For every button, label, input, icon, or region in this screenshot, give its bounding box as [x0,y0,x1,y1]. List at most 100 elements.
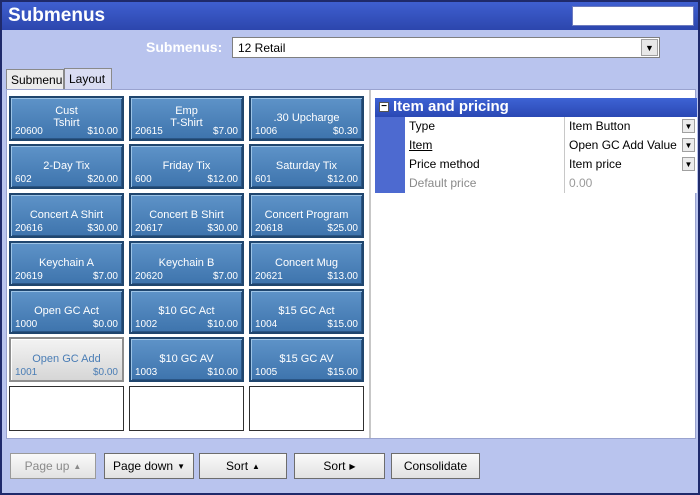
menu-button-price: $20.00 [87,174,118,185]
menu-button-label: Open GC Act [34,305,99,317]
chevron-down-icon[interactable]: ▼ [641,39,658,56]
menu-button-label: Concert Mug [275,257,338,269]
menu-button-price: $15.00 [327,367,358,378]
menu-button-price: $10.00 [87,126,118,137]
menu-button[interactable]: Concert Mug 20621 $13.00 [249,241,364,286]
menu-button-number: 20616 [15,223,43,234]
sort-right-button[interactable]: Sort ▶ [294,453,385,479]
window-title: Submenus [8,5,106,26]
menu-button[interactable]: Emp T-Shirt 20615 $7.00 [129,96,244,141]
submenu-select[interactable]: 12 Retail ▼ [232,37,660,58]
property-value[interactable]: Open GC Add Value ▼ [565,136,697,155]
collapse-icon[interactable]: − [379,102,389,112]
menu-button[interactable]: .30 Upcharge 1006 $0.30 [249,96,364,141]
tab-submenu-label: Submenu [11,73,63,87]
property-gutter [375,174,405,193]
property-row: Default price 0.00 [375,174,697,193]
sort-right-label: Sort [323,459,346,473]
menu-button[interactable]: Concert Program 20618 $25.00 [249,193,364,238]
menu-button[interactable]: $10 GC AV 1003 $10.00 [129,337,244,382]
property-row[interactable]: Item Open GC Add Value ▼ [375,136,697,155]
menu-button-number: 1003 [135,367,158,378]
chevron-down-icon[interactable]: ▼ [682,157,695,171]
menu-button-label: Saturday Tix [275,160,338,172]
button-grid: Cust Tshirt 20600 $10.00 Emp T-Shirt 20615 $7… [7,90,371,438]
menu-button-label: $10 GC AV [159,353,214,365]
menu-button-price: $7.00 [92,271,118,282]
menu-button-number: 1002 [135,319,158,330]
menu-button[interactable]: 2-Day Tix 602 $20.00 [9,144,124,189]
chevron-down-icon[interactable]: ▼ [682,119,695,133]
page-down-button[interactable]: Page down ▼ [104,453,194,479]
menu-button-label: Concert Program [264,209,349,221]
menu-button[interactable]: $15 GC Act 1004 $15.00 [249,289,364,334]
menu-button-label: Concert B Shirt [149,209,224,221]
property-row[interactable]: Price method Item price ▼ [375,155,697,174]
menu-button[interactable]: Friday Tix 600 $12.00 [129,144,244,189]
property-value[interactable]: Item Button ▼ [565,117,697,136]
menu-button-number: 20600 [15,126,43,137]
property-value[interactable]: Item price ▼ [565,155,697,174]
tab-layout-label: Layout [69,72,106,86]
menu-button[interactable]: $10 GC Act 1002 $10.00 [129,289,244,334]
menu-button-number: 600 [135,174,152,185]
menu-button-price: $13.00 [327,271,358,282]
menu-button-label: .30 Upcharge [273,112,340,124]
menu-button-number: 20619 [15,271,43,282]
layout-content: Cust Tshirt 20600 $10.00 Emp T-Shirt 20615 $7… [6,89,697,439]
sort-up-button[interactable]: Sort ▲ [199,453,287,479]
arrow-up-icon: ▲ [252,461,260,471]
menu-button[interactable]: Concert B Shirt 20617 $30.00 [129,193,244,238]
menu-button-number: 601 [255,174,272,185]
menu-button-number: 1001 [15,367,38,378]
page-up-label: Page up [24,459,70,473]
menu-button-number: 20620 [135,271,163,282]
menu-button[interactable]: Keychain B 20620 $7.00 [129,241,244,286]
empty-button-slot[interactable] [249,386,364,431]
empty-button-slot[interactable] [9,386,124,431]
sort-up-label: Sort [226,459,249,473]
property-gutter [375,136,405,155]
tab-submenu[interactable]: Submenu [6,69,64,89]
menu-button-number: 602 [15,174,32,185]
chevron-down-icon[interactable]: ▼ [682,138,695,152]
menu-button[interactable]: Open GC Act 1000 $0.00 [9,289,124,334]
bottom-toolbar: Page up ▲ Page down ▼ Sort ▲ Sort ▶ Cons… [2,442,698,493]
arrow-down-icon: ▼ [177,461,185,471]
section-header[interactable]: − Item and pricing [375,98,697,117]
property-gutter [375,117,405,136]
property-value-text: Item price [569,157,622,171]
menu-button[interactable]: Concert A Shirt 20616 $30.00 [9,193,124,238]
menu-button-number: 1005 [255,367,278,378]
arrow-right-icon: ▶ [349,461,356,471]
title-bar: Submenus [2,2,698,30]
tab-layout[interactable]: Layout [64,68,112,89]
menu-button[interactable]: Cust Tshirt 20600 $10.00 [9,96,124,141]
menu-button[interactable]: Open GC Add 1001 $0.00 [9,337,124,382]
page-down-label: Page down [113,459,174,473]
menu-button-label: 2-Day Tix [43,160,90,172]
menu-button-price: $25.00 [327,223,358,234]
property-name[interactable]: Item [405,136,565,155]
menu-button[interactable]: Keychain A 20619 $7.00 [9,241,124,286]
empty-button-slot[interactable] [129,386,244,431]
menu-button-number: 1004 [255,319,278,330]
menu-button-price: $0.30 [332,126,358,137]
menu-button-price: $10.00 [207,319,238,330]
menu-button[interactable]: $15 GC AV 1005 $15.00 [249,337,364,382]
menu-button[interactable]: Saturday Tix 601 $12.00 [249,144,364,189]
arrow-up-icon: ▲ [73,461,82,471]
menu-button-number: 20621 [255,271,283,282]
menu-button-number: 20618 [255,223,283,234]
submenu-selector-bar: Submenus: 12 Retail ▼ [2,30,698,66]
submenus-window: Submenus Submenus: 12 Retail ▼ Submenu L… [0,0,700,495]
menu-button-label: $10 GC Act [158,305,215,317]
menu-button-price: $10.00 [207,367,238,378]
title-search-box[interactable] [572,6,694,26]
property-value-text: Open GC Add Value [569,138,677,152]
consolidate-button[interactable]: Consolidate [391,453,480,479]
page-up-button[interactable]: Page up ▲ [10,453,96,479]
property-value-text: Item Button [569,119,631,133]
property-row[interactable]: Type Item Button ▼ [375,117,697,136]
property-value-text: 0.00 [569,176,593,190]
